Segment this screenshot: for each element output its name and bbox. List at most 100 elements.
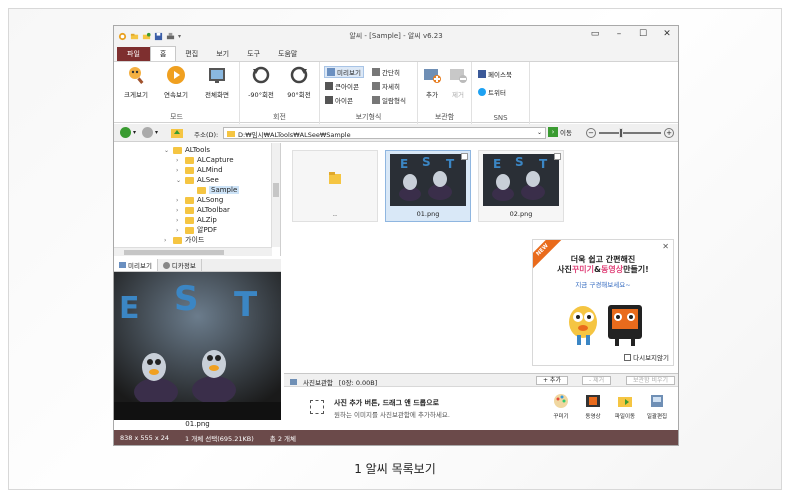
promo-link[interactable]: 지금 구경해보세요~ bbox=[533, 279, 673, 289]
album-add-button[interactable]: + 추가 bbox=[536, 376, 568, 385]
simple-mode-button[interactable]: 간단히 bbox=[372, 66, 400, 78]
rotate-right-icon bbox=[290, 66, 308, 84]
rotate-right-button[interactable]: 90°회전 bbox=[280, 65, 318, 99]
album-remove-button[interactable]: 제거 bbox=[444, 65, 472, 99]
close-icon[interactable]: ✕ bbox=[662, 242, 669, 251]
large-view-button[interactable]: 크게보기 bbox=[117, 65, 155, 99]
album-remove-button[interactable]: - 제거 bbox=[582, 376, 612, 385]
icon-mode-button[interactable]: 아이콘 bbox=[325, 94, 353, 106]
camera-info-icon bbox=[162, 261, 170, 269]
tree-item[interactable]: › ALMind bbox=[176, 165, 223, 175]
fullscreen-button[interactable]: 전체화면 bbox=[198, 65, 236, 99]
promo-popup[interactable]: NEW ✕ 더욱 쉽고 간편해진 사진꾸미기&동영상만들기! 지금 구경해보세요… bbox=[532, 239, 674, 366]
tab-help[interactable]: 도움말 bbox=[269, 47, 306, 61]
minimize-button[interactable]: – bbox=[612, 29, 626, 39]
zoom-track[interactable] bbox=[599, 128, 661, 138]
folder-tree: ⌄ ALTools › ALCapture › ALMind ⌄ ALSee Sampl… bbox=[114, 143, 281, 256]
file-thumbnail[interactable]: E S T 02.png bbox=[478, 150, 564, 222]
folder-icon bbox=[185, 166, 194, 174]
ribbon-toggle-icon[interactable]: ▭ bbox=[588, 29, 602, 39]
checkbox[interactable] bbox=[624, 353, 632, 361]
rotate-left-button[interactable]: -90°회전 bbox=[242, 65, 280, 99]
tab-tools[interactable]: 도구 bbox=[238, 47, 269, 61]
twitter-button[interactable]: 트위터 bbox=[478, 86, 506, 98]
file-name: .. bbox=[332, 210, 338, 218]
svg-text:S: S bbox=[174, 279, 199, 319]
forward-dropdown-icon[interactable]: ▾ bbox=[155, 129, 158, 136]
preview-image: E S T bbox=[114, 272, 281, 420]
dont-show-again-checkbox[interactable]: 다시보지않기 bbox=[624, 352, 669, 362]
zoom-slider[interactable]: − + bbox=[586, 127, 674, 139]
zoom-thumb[interactable] bbox=[619, 128, 623, 138]
tree-item[interactable]: ⌄ ALTools bbox=[164, 145, 210, 155]
tree-item[interactable]: › 알PDF bbox=[176, 225, 217, 235]
go-button[interactable]: › 이동 bbox=[548, 127, 572, 137]
move-file-button[interactable]: 파일이동 bbox=[610, 393, 640, 420]
file-view: .. E S T 01.png E S T 02.png NEW ✕ 더욱 쉽고… bbox=[284, 143, 678, 371]
expand-arrow-icon[interactable]: › bbox=[176, 207, 182, 214]
expand-arrow-icon[interactable]: ⌄ bbox=[164, 147, 170, 154]
file-thumbnail-parent[interactable]: .. bbox=[292, 150, 378, 222]
svg-text:S: S bbox=[515, 155, 524, 169]
expand-arrow-icon[interactable]: › bbox=[164, 237, 170, 244]
expand-arrow-icon[interactable]: › bbox=[176, 217, 182, 224]
tree-item-selected[interactable]: Sample bbox=[188, 185, 240, 195]
tab-file[interactable]: 파일 bbox=[117, 47, 150, 61]
select-checkbox[interactable] bbox=[554, 153, 561, 160]
tree-item[interactable]: › ALSong bbox=[176, 195, 223, 205]
video-button[interactable]: 동영상 bbox=[578, 393, 608, 420]
address-input[interactable]: D:₩임시₩ALTools₩ALSee₩Sample ⌄ bbox=[223, 127, 546, 139]
up-folder-icon[interactable] bbox=[171, 127, 183, 138]
back-button[interactable] bbox=[120, 127, 131, 138]
detail-mode-button[interactable]: 자세히 bbox=[372, 80, 400, 92]
expand-arrow-icon[interactable]: › bbox=[176, 227, 182, 234]
folder-icon bbox=[173, 146, 182, 154]
decorate-button[interactable]: 꾸미기 bbox=[546, 393, 576, 420]
ribbon-group-label: 보기형식 bbox=[355, 113, 382, 121]
tree-horizontal-scrollbar[interactable] bbox=[114, 247, 272, 256]
tree-item[interactable]: ⌄ ALSee bbox=[176, 175, 219, 185]
tab-camera-info[interactable]: 디카정보 bbox=[158, 259, 202, 271]
forward-button[interactable] bbox=[142, 127, 153, 138]
slideshow-button[interactable]: 연속보기 bbox=[157, 65, 195, 99]
address-dropdown-icon[interactable]: ⌄ bbox=[537, 129, 542, 136]
tab-preview[interactable]: 미리보기 bbox=[114, 259, 158, 271]
tab-edit[interactable]: 편집 bbox=[176, 47, 207, 61]
maximize-button[interactable]: ☐ bbox=[636, 29, 650, 39]
facebook-button[interactable]: 페이스북 bbox=[478, 68, 512, 80]
tree-item[interactable]: › 가이드 bbox=[164, 235, 204, 245]
tab-view[interactable]: 보기 bbox=[207, 47, 238, 61]
tree-item[interactable]: › ALZip bbox=[176, 215, 217, 225]
file-thumbnail-selected[interactable]: E S T 01.png bbox=[385, 150, 471, 222]
tree-item[interactable]: › ALCapture bbox=[176, 155, 234, 165]
select-checkbox[interactable] bbox=[461, 153, 468, 160]
tree-item[interactable]: › ALToolbar bbox=[176, 205, 230, 215]
preview-tabs: 미리보기 디카정보 bbox=[114, 259, 281, 272]
scrollbar-thumb[interactable] bbox=[273, 183, 279, 197]
zoom-out-icon[interactable]: − bbox=[586, 128, 596, 138]
tab-home[interactable]: 홈 bbox=[149, 46, 177, 61]
batch-edit-button[interactable]: 일괄편집 bbox=[642, 393, 672, 420]
large-icon-mode-button[interactable]: 큰아이콘 bbox=[325, 80, 359, 92]
close-button[interactable]: ✕ bbox=[660, 29, 674, 39]
list-mode-button[interactable]: 일람형식 bbox=[372, 94, 406, 106]
preview-mode-button[interactable]: 미리보기 bbox=[324, 66, 364, 78]
image-thumbnail: E S T bbox=[390, 154, 466, 206]
album-clear-button[interactable]: 보관함 비우기 bbox=[626, 376, 676, 385]
svg-text:T: T bbox=[539, 157, 548, 171]
album-drop-area[interactable]: 사진 추가 버튼, 드래그 앤 드롭으로 원하는 이미지를 사진보관함에 추가하… bbox=[284, 388, 678, 432]
ribbon-group-sns: 페이스북 트위터 SNS bbox=[472, 62, 530, 124]
folder-icon bbox=[185, 226, 194, 234]
back-dropdown-icon[interactable]: ▾ bbox=[133, 129, 136, 136]
file-name: 01.png bbox=[416, 210, 440, 218]
scrollbar-thumb[interactable] bbox=[124, 250, 224, 255]
album-add-button[interactable]: 추가 bbox=[418, 65, 446, 99]
expand-arrow-icon[interactable]: › bbox=[176, 157, 182, 164]
expand-arrow-icon[interactable]: ⌄ bbox=[176, 177, 182, 184]
svg-text:E: E bbox=[493, 157, 501, 171]
alsee-window: ▾ 알씨 - [Sample] - 알씨 v6.23 ▭ – ☐ ✕ 파일 홈 … bbox=[113, 25, 679, 446]
expand-arrow-icon[interactable]: › bbox=[176, 167, 182, 174]
zoom-in-icon[interactable]: + bbox=[664, 128, 674, 138]
tree-vertical-scrollbar[interactable] bbox=[271, 143, 280, 247]
expand-arrow-icon[interactable]: › bbox=[176, 197, 182, 204]
